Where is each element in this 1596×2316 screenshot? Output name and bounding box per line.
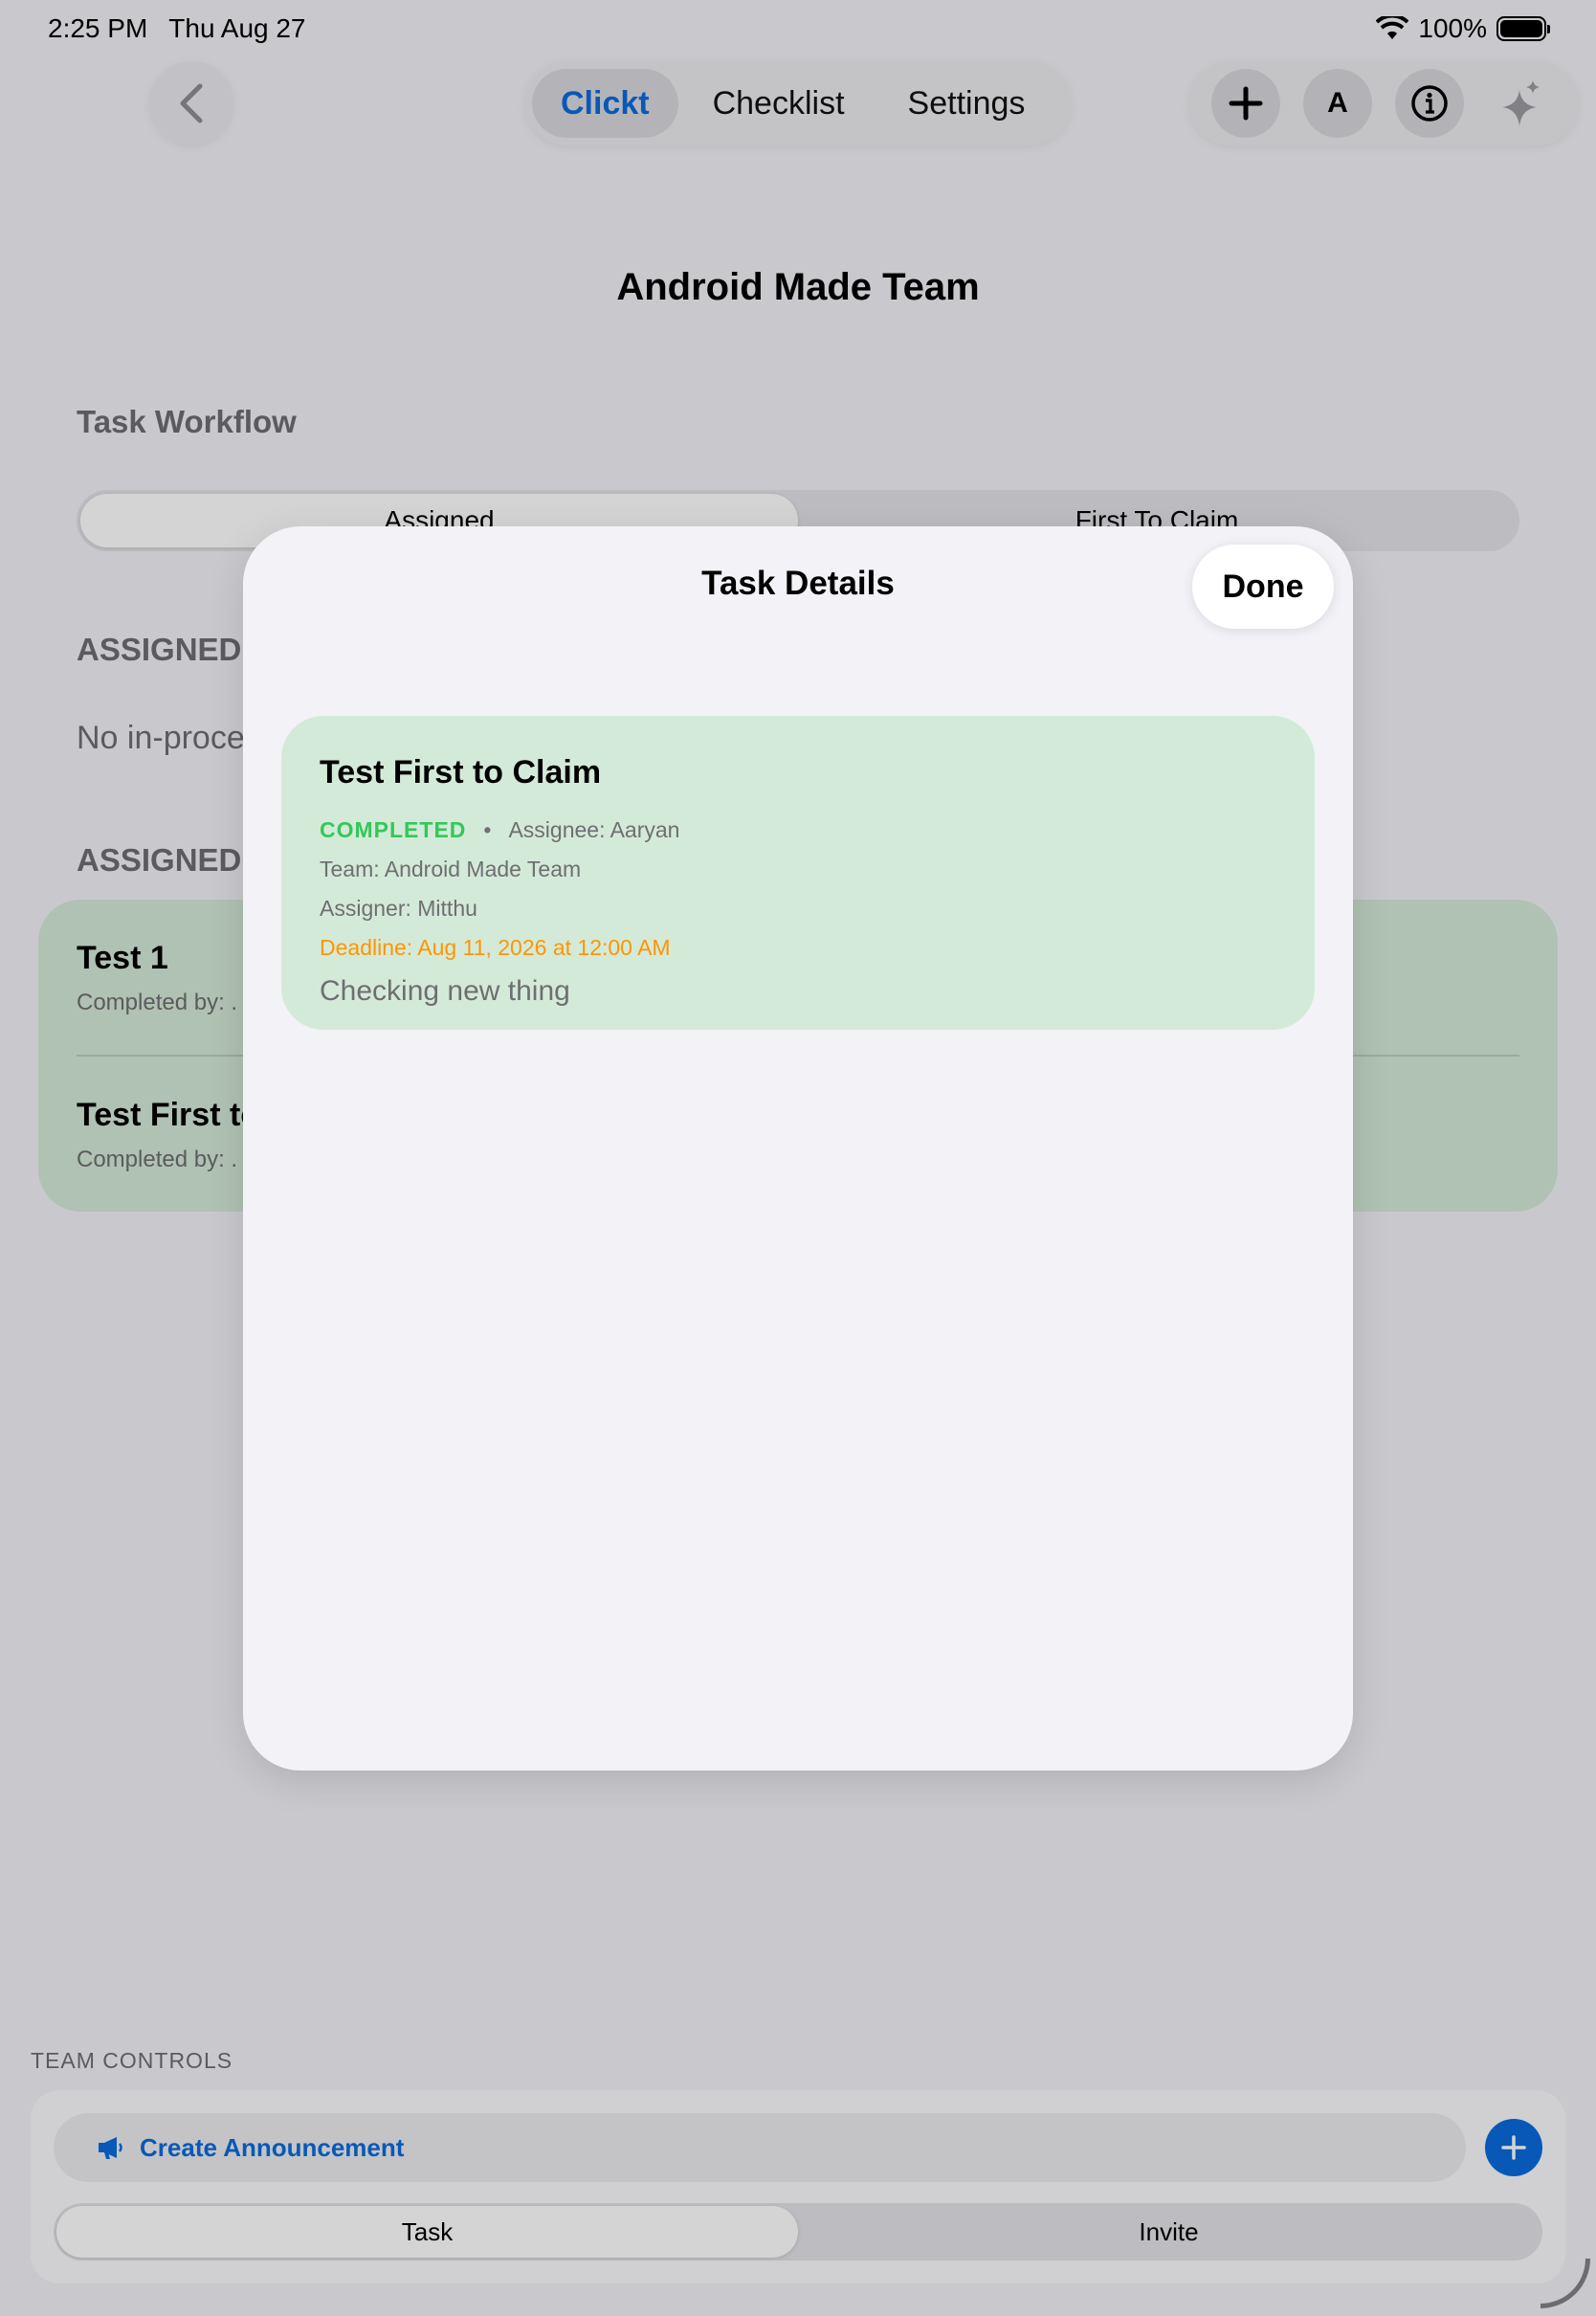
task-team: Team: Android Made Team <box>320 857 582 881</box>
task-description: Checking new thing <box>320 975 570 1007</box>
separator-dot: • <box>483 817 492 842</box>
task-deadline: Deadline: Aug 11, 2026 at 12:00 AM <box>320 935 671 960</box>
modal-title: Task Details <box>701 565 895 602</box>
task-assigner: Assigner: Mitthu <box>320 896 477 921</box>
task-details-modal <box>243 526 1353 1770</box>
task-assignee: Assignee: Aaryan <box>508 817 680 842</box>
task-title: Test First to Claim <box>320 754 602 791</box>
task-status-line: COMPLETED • Assignee: Aaryan <box>320 811 1276 850</box>
task-detail-card: Test First to Claim COMPLETED • Assignee… <box>281 716 1315 1030</box>
done-button[interactable]: Done <box>1192 545 1334 629</box>
status-badge: COMPLETED <box>320 817 467 842</box>
